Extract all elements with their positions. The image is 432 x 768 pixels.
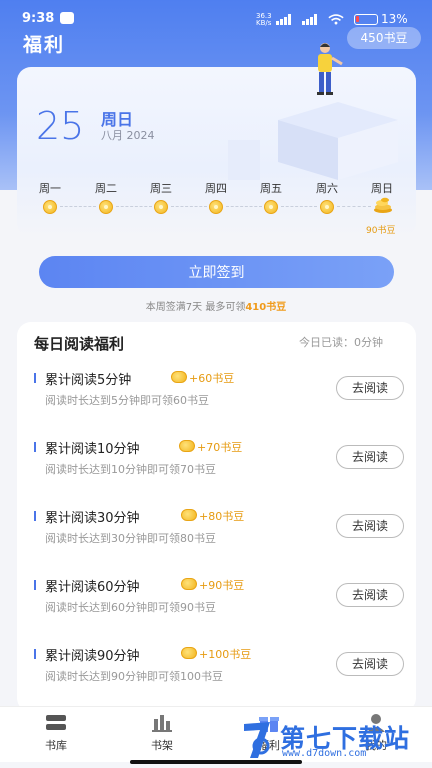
sign-in-button[interactable]: 立即签到 — [39, 256, 394, 288]
go-read-button[interactable]: 去阅读 — [336, 445, 404, 469]
coin-icon — [264, 200, 278, 214]
task-description: 阅读时长达到30分钟即可领80书豆 — [45, 532, 216, 545]
task-title: 累计阅读90分钟 — [45, 649, 140, 664]
task-reward: +100书豆 — [199, 648, 252, 661]
coin-icon — [171, 371, 187, 383]
coin-icon — [179, 440, 195, 452]
wifi-icon — [328, 14, 344, 25]
page-title: 福利 — [23, 34, 66, 56]
coin-icon — [181, 647, 197, 659]
coin-pile-icon — [374, 197, 392, 213]
task-title: 累计阅读60分钟 — [45, 580, 140, 595]
sign-in-note: 本周签满7天 最多可领410书豆 — [0, 298, 432, 313]
nav-item-bookshelf[interactable]: 书架 — [127, 707, 197, 757]
signal-icon — [276, 14, 291, 25]
network-speed: 36.3 KB/s — [256, 13, 272, 27]
task-reward: +60书豆 — [189, 372, 235, 385]
task-description: 阅读时长达到10分钟即可领70书豆 — [45, 463, 216, 476]
task-description: 阅读时长达到60分钟即可领90书豆 — [45, 601, 216, 614]
dashed-connector — [171, 206, 207, 207]
task-marker — [34, 511, 36, 521]
task-description: 阅读时长达到90分钟即可领100书豆 — [45, 670, 223, 683]
task-marker — [34, 373, 36, 383]
week-day-3: 周三 — [150, 182, 172, 195]
coin-icon — [209, 200, 223, 214]
battery-level: 13% — [381, 12, 408, 26]
nav-label-library: 书库 — [45, 739, 67, 752]
nav-item-library[interactable]: 书库 — [21, 707, 91, 757]
watermark-url: www.d7down.com — [282, 748, 367, 759]
go-read-button[interactable]: 去阅读 — [336, 376, 404, 400]
week-day-5: 周五 — [260, 182, 282, 195]
dashed-connector — [337, 206, 371, 207]
week-final-bonus: 90书豆 — [366, 226, 396, 236]
network-speed-unit: KB/s — [256, 19, 272, 27]
date-month-year: 八月 2024 — [101, 129, 155, 142]
task-reward: +80书豆 — [199, 510, 245, 523]
task-reward: +90书豆 — [199, 579, 245, 592]
status-bar: 9:38 36.3 KB/s 13% — [0, 0, 432, 30]
task-description: 阅读时长达到5分钟即可领60书豆 — [45, 394, 209, 407]
person-standing-illustration — [228, 43, 398, 180]
today-read-time: 今日已读：0分钟 — [299, 336, 383, 349]
week-day-1: 周一 — [39, 182, 61, 195]
task-title: 累计阅读30分钟 — [45, 511, 140, 526]
task-marker — [34, 580, 36, 590]
week-day-4: 周四 — [205, 182, 227, 195]
coin-icon — [181, 578, 197, 590]
sign-in-note-highlight: 410书豆 — [245, 302, 287, 313]
dashed-connector — [281, 206, 317, 207]
go-read-button[interactable]: 去阅读 — [336, 514, 404, 538]
week-day-6: 周六 — [316, 182, 338, 195]
coin-icon — [181, 509, 197, 521]
week-day-7: 周日 — [371, 182, 393, 195]
app-notification-icon — [60, 12, 74, 24]
date-day: 25 — [36, 104, 85, 148]
dashed-connector — [116, 206, 152, 207]
task-marker — [34, 442, 36, 452]
sign-in-note-text: 本周签满7天 最多可领 — [145, 302, 246, 313]
coin-icon — [43, 200, 57, 214]
task-reward: +70书豆 — [197, 441, 243, 454]
task-title: 累计阅读10分钟 — [45, 442, 140, 457]
coin-icon — [154, 200, 168, 214]
coin-icon — [99, 200, 113, 214]
go-read-button[interactable]: 去阅读 — [336, 583, 404, 607]
dashed-connector — [60, 206, 96, 207]
nav-label-bookshelf: 书架 — [151, 739, 173, 752]
status-time: 9:38 — [22, 11, 55, 26]
library-icon — [46, 715, 66, 730]
go-read-button[interactable]: 去阅读 — [336, 652, 404, 676]
dashed-connector — [226, 206, 262, 207]
coin-icon — [320, 200, 334, 214]
home-indicator — [130, 760, 302, 764]
battery-icon — [354, 14, 378, 25]
task-title: 累计阅读5分钟 — [45, 373, 132, 388]
week-day-2: 周二 — [95, 182, 117, 195]
task-marker — [34, 649, 36, 659]
signal-icon-2 — [302, 14, 317, 25]
daily-reading-title: 每日阅读福利 — [34, 335, 125, 353]
watermark-logo-icon — [244, 722, 270, 758]
bookshelf-icon — [152, 715, 172, 732]
